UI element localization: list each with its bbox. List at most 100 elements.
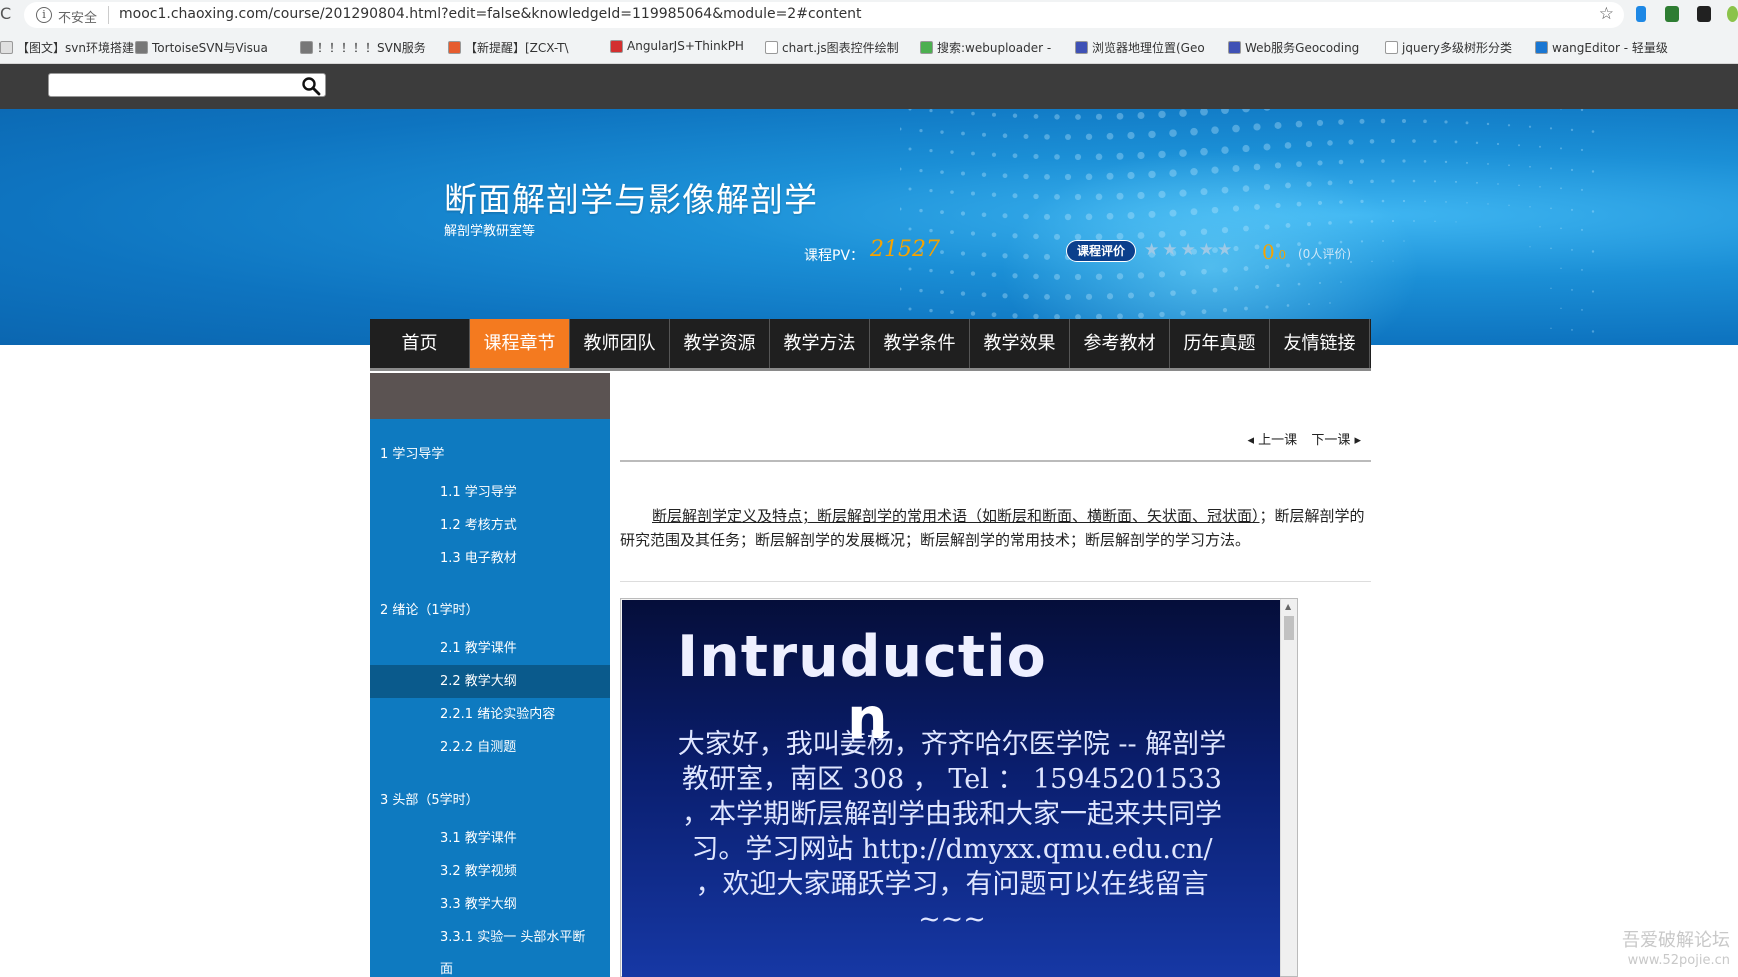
scroll-thumb[interactable] bbox=[1284, 616, 1294, 640]
banner-dot-pattern bbox=[900, 109, 1595, 345]
url-text[interactable]: mooc1.chaoxing.com/course/201290804.html… bbox=[119, 6, 862, 22]
sidebar-section[interactable]: 2.2.1 绪论实验内容 bbox=[370, 698, 610, 731]
bookmark-item[interactable]: jquery多级树形分类 bbox=[1385, 39, 1512, 56]
next-lesson-link[interactable]: 下一课 ▸ bbox=[1311, 433, 1361, 448]
sidebar-header bbox=[370, 373, 610, 419]
browser-chrome: C i 不安全 mooc1.chaoxing.com/course/201290… bbox=[0, 0, 1738, 64]
address-separator bbox=[108, 6, 109, 24]
next-lesson-label: 下一课 bbox=[1311, 433, 1351, 448]
extension-pin-icon[interactable] bbox=[1636, 6, 1646, 22]
sidebar-section-continued[interactable]: 面 bbox=[370, 953, 610, 977]
bookmark-favicon-icon bbox=[135, 41, 148, 54]
bookmark-star-icon[interactable]: ☆ bbox=[1599, 4, 1614, 24]
intro-underlined: 断层解剖学定义及特点；断层解剖学的常用术语（如断层和断面、横断面、矢状面、冠状面… bbox=[652, 507, 1260, 525]
bookmark-favicon-icon bbox=[765, 41, 778, 54]
extension-leaf-icon[interactable] bbox=[1727, 6, 1738, 22]
bookmark-label: 浏览器地理位置(Geo bbox=[1092, 41, 1205, 55]
nav-item[interactable]: 课程章节 bbox=[470, 319, 570, 368]
bookmark-label: 【新提醒】[ZCX-T\ bbox=[465, 41, 569, 55]
nav-item[interactable]: 历年真题 bbox=[1170, 319, 1270, 368]
sidebar-section[interactable]: 3.3 教学大纲 bbox=[370, 888, 610, 921]
nav-item[interactable]: 教学资源 bbox=[670, 319, 770, 368]
bookmark-item[interactable]: Web服务Geocoding bbox=[1228, 39, 1359, 56]
lesson-content: ◂ 上一课 下一课 ▸ 断层解剖学定义及特点；断层解剖学的常用术语（如断层和断面… bbox=[620, 373, 1371, 977]
chapter-sidebar: 1 学习导学 1.1 学习导学 1.2 考核方式 1.3 电子教材 2 绪论（1… bbox=[370, 373, 610, 977]
bookmark-favicon-icon bbox=[0, 41, 13, 54]
sidebar-section[interactable]: 2.1 教学课件 bbox=[370, 632, 610, 665]
search-icon[interactable] bbox=[301, 76, 321, 96]
bookmark-favicon-icon bbox=[1535, 41, 1548, 54]
course-rating-button[interactable]: 课程评价 bbox=[1066, 240, 1136, 262]
nav-item[interactable]: 友情链接 bbox=[1270, 319, 1370, 368]
rating-count: (0人评价) bbox=[1298, 247, 1351, 261]
bookmark-label: 【图文】svn环境搭建 bbox=[17, 41, 134, 55]
course-subtitle: 解剖学教研室等 bbox=[444, 224, 536, 239]
slide-viewer[interactable]: Intruductio 大家好，我叫姜杨，齐齐哈尔医学院 -- 解剖学教研室，南… bbox=[620, 598, 1298, 977]
chapter-2[interactable]: 2 绪论（1学时） bbox=[380, 599, 479, 618]
bookmark-item[interactable]: AngularJS+ThinkPH bbox=[610, 39, 744, 53]
bookmark-label: 搜索:webuploader - bbox=[937, 41, 1052, 55]
sidebar-section[interactable]: 3.3.1 实验一 头部水平断 bbox=[370, 921, 610, 954]
bookmarks-bar: 【图文】svn环境搭建 TortoiseSVN与Visua ！！！！！SVN服务 【新… bbox=[0, 33, 1738, 61]
site-search-input[interactable] bbox=[53, 76, 293, 94]
watermark: 吾爱破解论坛 www.52pojie.cn bbox=[1622, 931, 1730, 971]
bookmark-item[interactable]: 浏览器地理位置(Geo bbox=[1075, 39, 1205, 56]
watermark-line2: www.52pojie.cn bbox=[1627, 953, 1730, 968]
info-icon[interactable]: i bbox=[36, 7, 52, 23]
divider bbox=[620, 581, 1371, 582]
nav-item[interactable]: 教学方法 bbox=[770, 319, 870, 368]
nav-item[interactable]: 教学条件 bbox=[870, 319, 970, 368]
lesson-intro: 断层解剖学定义及特点；断层解剖学的常用术语（如断层和断面、横断面、矢状面、冠状面… bbox=[620, 504, 1371, 552]
address-row: C i 不安全 mooc1.chaoxing.com/course/201290… bbox=[0, 0, 1738, 30]
bookmark-favicon-icon bbox=[610, 39, 623, 53]
rating-stars[interactable]: ★★★★★ bbox=[1144, 240, 1235, 260]
viewer-scrollbar[interactable]: ▲ bbox=[1280, 599, 1297, 976]
bookmark-favicon-icon bbox=[1228, 41, 1241, 54]
bookmark-item[interactable]: wangEditor - 轻量级 bbox=[1535, 39, 1668, 56]
scroll-up-icon[interactable]: ▲ bbox=[1285, 602, 1291, 611]
bookmark-favicon-icon bbox=[920, 41, 933, 54]
bookmark-label: AngularJS+ThinkPH bbox=[627, 39, 744, 53]
sidebar-section[interactable]: 1.2 考核方式 bbox=[370, 509, 610, 542]
reload-icon[interactable]: C bbox=[0, 4, 11, 23]
bookmark-item[interactable]: TortoiseSVN与Visua bbox=[135, 39, 268, 56]
bookmark-item[interactable]: ！！！！！SVN服务 bbox=[300, 39, 426, 56]
extension-chart-icon[interactable] bbox=[1665, 6, 1679, 22]
prev-lesson-link[interactable]: ◂ 上一课 bbox=[1247, 433, 1297, 448]
address-bar[interactable]: i 不安全 mooc1.chaoxing.com/course/20129080… bbox=[24, 2, 1624, 28]
bookmark-item[interactable]: chart.js图表控件绘制 bbox=[765, 39, 899, 56]
bookmark-item[interactable]: 搜索:webuploader - bbox=[920, 39, 1051, 56]
course-title: 断面解剖学与影像解剖学 bbox=[444, 180, 818, 219]
prev-lesson-label: 上一课 bbox=[1258, 433, 1298, 448]
watermark-line1: 吾爱破解论坛 bbox=[1622, 930, 1730, 951]
nav-item[interactable]: 教师团队 bbox=[570, 319, 670, 368]
nav-item[interactable]: 教学效果 bbox=[970, 319, 1070, 368]
divider bbox=[620, 460, 1371, 462]
course-banner: 断面解剖学与影像解剖学 解剖学教研室等 课程PV： 21527 课程评价 ★★★… bbox=[0, 109, 1738, 345]
bookmark-label: TortoiseSVN与Visua bbox=[152, 41, 268, 55]
chapter-3[interactable]: 3 头部（5学时） bbox=[380, 789, 479, 808]
bookmark-label: Web服务Geocoding bbox=[1245, 41, 1360, 55]
chapter-1[interactable]: 1 学习导学 bbox=[380, 443, 444, 462]
nav-item[interactable]: 参考教材 bbox=[1070, 319, 1170, 368]
sidebar-section[interactable]: 1.3 电子教材 bbox=[370, 542, 610, 575]
sidebar-section[interactable]: 3.1 教学课件 bbox=[370, 822, 610, 855]
extension-window-icon[interactable] bbox=[1697, 6, 1711, 22]
bookmark-favicon-icon bbox=[1385, 41, 1398, 54]
sidebar-section[interactable]: 2.2.2 自测题 bbox=[370, 731, 610, 764]
bookmark-favicon-icon bbox=[448, 41, 461, 54]
rating-score: 0.0 bbox=[1262, 240, 1287, 264]
bookmark-item[interactable]: 【新提醒】[ZCX-T\ bbox=[448, 39, 569, 56]
sidebar-section[interactable]: 1.1 学习导学 bbox=[370, 476, 610, 509]
site-top-bar bbox=[0, 64, 1738, 109]
sidebar-section[interactable]: 3.2 教学视频 bbox=[370, 855, 610, 888]
nav-item[interactable]: 首页 bbox=[370, 319, 470, 368]
main-nav: 首页 课程章节 教师团队 教学资源 教学方法 教学条件 教学效果 参考教材 历年真题 友情链接 bbox=[370, 319, 1371, 371]
pv-value: 21527 bbox=[870, 237, 940, 262]
sidebar-section-current[interactable]: 2.2 教学大纲 bbox=[370, 665, 610, 698]
bookmark-label: ！！！！！SVN服务 bbox=[317, 41, 426, 55]
slide-title-wrap: n bbox=[847, 686, 888, 752]
bookmark-item[interactable]: 【图文】svn环境搭建 bbox=[0, 39, 134, 56]
slide-body: 大家好，我叫姜杨，齐齐哈尔医学院 -- 解剖学教研室，南区 308 ， Tel … bbox=[677, 729, 1227, 935]
slide: Intruductio 大家好，我叫姜杨，齐齐哈尔医学院 -- 解剖学教研室，南… bbox=[622, 600, 1280, 977]
